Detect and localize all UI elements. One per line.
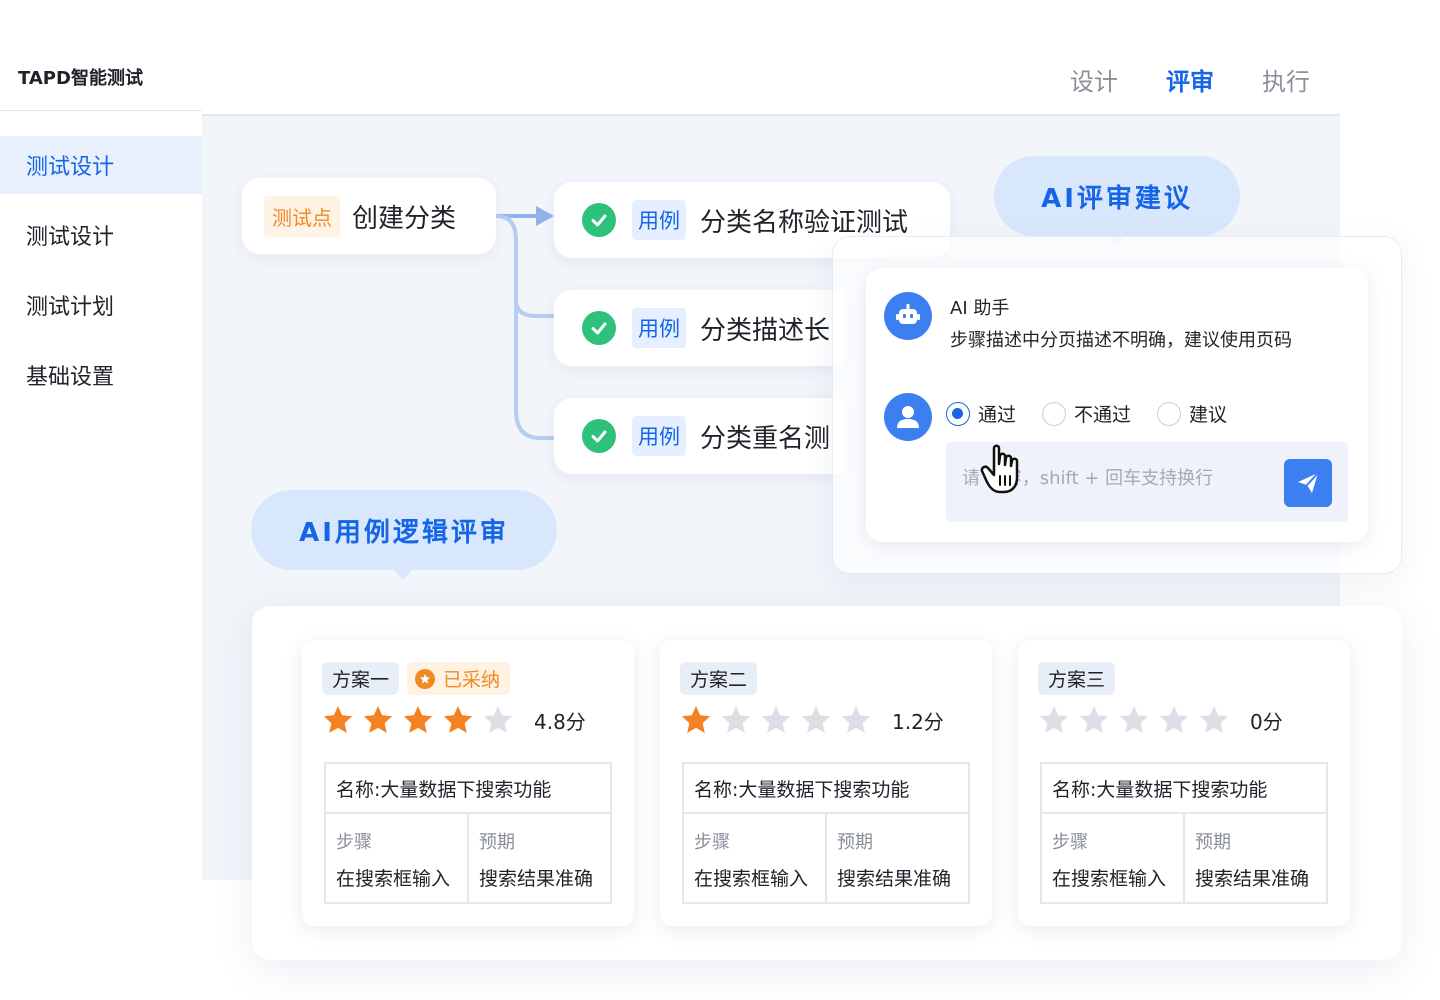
case-summary-table: 名称:大量数据下搜索功能 步骤 在搜索框输入 预期 搜索结果准确 xyxy=(324,762,612,904)
scheme-card[interactable]: 方案一 已采纳 4.8分 名称:大量数据下搜索功能 步骤 在搜索框输入 预期 搜… xyxy=(302,640,634,926)
case-title: 分类描述长 xyxy=(700,315,831,346)
case-title: 分类名称验证测试 xyxy=(700,207,909,238)
star-filled-icon xyxy=(681,706,711,733)
case-summary-table: 名称:大量数据下搜索功能 步骤 在搜索框输入 预期 搜索结果准确 xyxy=(1040,762,1328,904)
rating-stars: 1.2分 xyxy=(680,704,944,736)
adopted-star-icon xyxy=(415,668,436,689)
adopted-badge: 已采纳 xyxy=(407,662,511,695)
adopted-label: 已采纳 xyxy=(443,669,501,691)
rating-score: 0分 xyxy=(1250,709,1283,734)
radio-fail-dot[interactable] xyxy=(1042,401,1067,426)
ai-case-logic-review-pill: AI用例逻辑评审 xyxy=(251,490,557,580)
mindmap-root-node[interactable]: 测试点 创建分类 xyxy=(242,178,496,254)
user-icon xyxy=(884,393,932,441)
case-summary-table: 名称:大量数据下搜索功能 步骤 在搜索框输入 预期 搜索结果准确 xyxy=(682,762,970,904)
scheme-card[interactable]: 方案三 0分 名称:大量数据下搜索功能 步骤 在搜索框输入 预期 搜索结果准确 xyxy=(1018,640,1350,926)
assistant-name: AI 助手 xyxy=(950,298,1010,319)
check-circle-icon xyxy=(582,311,616,345)
star-filled-icon xyxy=(403,706,433,733)
case-tag: 用例 xyxy=(632,416,686,456)
check-circle-icon xyxy=(582,419,616,453)
star-filled-icon xyxy=(443,706,473,733)
star-filled-icon xyxy=(363,706,393,733)
steps-header: 步骤 xyxy=(336,832,372,853)
expected-header: 预期 xyxy=(837,832,873,853)
paper-plane-icon xyxy=(1298,472,1319,493)
radio-pass-dot[interactable] xyxy=(946,401,970,426)
review-result-radio-group: 通过 不通过 建议 xyxy=(946,400,1227,427)
radio-fail[interactable]: 不通过 xyxy=(1042,400,1131,427)
star-empty-icon xyxy=(761,706,791,733)
test-point-tag: 测试点 xyxy=(264,195,340,237)
expected-value: 搜索结果准确 xyxy=(1195,868,1310,890)
check-circle-icon xyxy=(582,203,616,237)
case-node[interactable]: 用例 分类重名测 xyxy=(554,398,844,474)
ai-review-suggestion-pill: AI评审建议 xyxy=(994,156,1240,246)
case-name: 名称:大量数据下搜索功能 xyxy=(1042,764,1326,814)
star-filled-icon xyxy=(323,706,353,733)
steps-value: 在搜索框输入 xyxy=(336,868,451,890)
scheme-card[interactable]: 方案二 1.2分 名称:大量数据下搜索功能 步骤 在搜索框输入 预期 搜索结果准… xyxy=(660,640,992,926)
radio-pass-label: 通过 xyxy=(978,404,1017,426)
star-empty-icon xyxy=(1119,706,1149,733)
star-empty-icon xyxy=(1079,706,1109,733)
radio-fail-label: 不通过 xyxy=(1074,404,1132,426)
star-empty-icon xyxy=(1199,706,1229,733)
steps-header: 步骤 xyxy=(694,832,730,853)
steps-header: 步骤 xyxy=(1052,832,1088,853)
rating-score: 1.2分 xyxy=(892,709,944,734)
star-empty-icon xyxy=(1159,706,1189,733)
scheme-name-tag: 方案三 xyxy=(1038,662,1116,695)
case-name: 名称:大量数据下搜索功能 xyxy=(684,764,968,814)
hand-pointer-icon xyxy=(980,444,1019,494)
expected-value: 搜索结果准确 xyxy=(837,868,952,890)
star-empty-icon xyxy=(721,706,751,733)
star-empty-icon xyxy=(1039,706,1069,733)
steps-value: 在搜索框输入 xyxy=(694,868,809,890)
star-empty-icon xyxy=(483,706,513,733)
expected-header: 预期 xyxy=(1195,832,1231,853)
case-name: 名称:大量数据下搜索功能 xyxy=(326,764,610,814)
rating-stars: 4.8分 xyxy=(322,704,586,736)
root-node-title: 创建分类 xyxy=(352,203,457,234)
robot-icon xyxy=(884,292,932,340)
scheme-name-tag: 方案一 xyxy=(322,662,400,695)
expected-value: 搜索结果准确 xyxy=(479,868,594,890)
send-button[interactable] xyxy=(1284,459,1332,507)
steps-value: 在搜索框输入 xyxy=(1052,868,1167,890)
expected-header: 预期 xyxy=(479,832,515,853)
radio-suggest[interactable]: 建议 xyxy=(1157,400,1227,427)
star-empty-icon xyxy=(841,706,871,733)
case-title: 分类重名测 xyxy=(700,423,831,454)
scheme-name-tag: 方案二 xyxy=(680,662,758,695)
case-tag: 用例 xyxy=(632,200,686,240)
radio-pass[interactable]: 通过 xyxy=(946,400,1016,427)
case-tag: 用例 xyxy=(632,308,686,348)
star-empty-icon xyxy=(801,706,831,733)
radio-suggest-dot[interactable] xyxy=(1157,401,1182,426)
radio-suggest-label: 建议 xyxy=(1189,404,1228,426)
rating-score: 4.8分 xyxy=(534,709,586,734)
rating-stars: 0分 xyxy=(1038,704,1283,736)
case-node[interactable]: 用例 分类描述长 xyxy=(554,290,844,366)
assistant-message: 步骤描述中分页描述不明确，建议使用页码 xyxy=(950,330,1292,351)
